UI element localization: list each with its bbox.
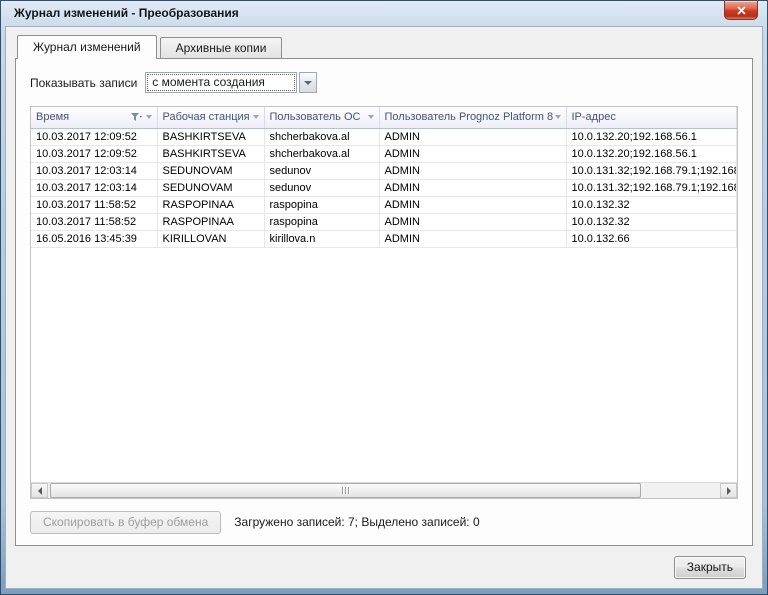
table-cell: raspopina: [264, 196, 379, 213]
arrow-left-icon: [38, 487, 42, 495]
table-cell: RASPOPINAA: [157, 196, 264, 213]
table-cell: SEDUNOVAM: [157, 179, 264, 196]
records-range-combobox[interactable]: с момента создания: [145, 72, 297, 93]
table-body: 10.03.2017 12:09:52BASHKIRTSEVAshcherbak…: [31, 128, 737, 247]
column-header-os-user[interactable]: Пользователь ОС: [264, 107, 379, 128]
table-cell: sedunov: [264, 162, 379, 179]
scrollbar-grip-icon: [345, 487, 346, 494]
scroll-right-button[interactable]: [720, 483, 737, 498]
table-row[interactable]: 10.03.2017 12:03:14SEDUNOVAMsedunovADMIN…: [31, 179, 737, 196]
table-cell: KIRILLOVAN: [157, 230, 264, 247]
filter-row: Показывать записи с момента создания: [30, 72, 738, 93]
grid-actions-row: Скопировать в буфер обмена Загружено зап…: [30, 509, 738, 535]
table-cell: 10.03.2017 12:03:14: [31, 179, 157, 196]
table-row[interactable]: 10.03.2017 11:58:52RASPOPINAAraspopinaAD…: [31, 196, 737, 213]
table-cell: 10.03.2017 12:09:52: [31, 145, 157, 162]
close-window-button[interactable]: [724, 1, 758, 20]
table-row[interactable]: 16.05.2016 13:45:39KIRILLOVANkirillova.n…: [31, 230, 737, 247]
column-dropdown-icon[interactable]: [253, 115, 259, 119]
table-cell: raspopina: [264, 213, 379, 230]
dialog-body: Журнал изменений Архивные копии Показыва…: [5, 26, 763, 589]
tab-strip: Журнал изменений Архивные копии: [15, 35, 753, 58]
table-row[interactable]: 10.03.2017 11:58:52RASPOPINAAraspopinaAD…: [31, 213, 737, 230]
title-bar[interactable]: Журнал изменений - Преобразования: [5, 1, 763, 26]
table-cell: 10.03.2017 11:58:52: [31, 196, 157, 213]
show-records-label: Показывать записи: [30, 76, 137, 90]
scrollbar-thumb[interactable]: [50, 483, 641, 498]
column-header-ip-address[interactable]: IP-адрес: [566, 107, 737, 128]
tab-archive-copies[interactable]: Архивные копии: [160, 37, 283, 58]
table-cell: 10.0.132.32: [566, 213, 737, 230]
table-cell: ADMIN: [379, 162, 566, 179]
column-header-time[interactable]: Время: [31, 107, 157, 128]
table-cell: sedunov: [264, 179, 379, 196]
table-cell: 16.05.2016 13:45:39: [31, 230, 157, 247]
scroll-left-button[interactable]: [31, 483, 48, 498]
column-dropdown-icon[interactable]: [368, 115, 374, 119]
table-cell: ADMIN: [379, 196, 566, 213]
horizontal-scrollbar[interactable]: [31, 482, 737, 498]
close-button[interactable]: Закрыть: [674, 556, 746, 579]
table-cell: 10.03.2017 12:03:14: [31, 162, 157, 179]
column-dropdown-icon[interactable]: [146, 115, 152, 119]
copy-to-clipboard-button[interactable]: Скопировать в буфер обмена: [30, 511, 221, 534]
table-cell: ADMIN: [379, 128, 566, 145]
table-cell: 10.0.131.32;192.168.79.1;192.168.: [566, 179, 737, 196]
dialog-window: Журнал изменений - Преобразования Журнал…: [0, 0, 768, 595]
scrollbar-grip-icon: [342, 487, 343, 494]
records-status-text: Загружено записей: 7; Выделено записей: …: [234, 515, 479, 529]
table-cell: 10.0.132.20;192.168.56.1: [566, 128, 737, 145]
table-cell: shcherbakova.al: [264, 145, 379, 162]
table-cell: ADMIN: [379, 145, 566, 162]
table-cell: kirillova.n: [264, 230, 379, 247]
table-cell: 10.03.2017 12:09:52: [31, 128, 157, 145]
close-icon: [737, 6, 746, 15]
tab-panel-change-log: Показывать записи с момента создания: [15, 58, 753, 546]
column-header-workstation[interactable]: Рабочая станция: [157, 107, 264, 128]
column-header-platform-user[interactable]: Пользователь Prognoz Platform 8: [379, 107, 566, 128]
column-dropdown-icon[interactable]: [555, 115, 561, 119]
table-header-row: Время: [31, 107, 737, 128]
arrow-right-icon: [727, 487, 731, 495]
table-cell: ADMIN: [379, 179, 566, 196]
scrollbar-grip-icon: [348, 487, 349, 494]
records-range-dropdown-button[interactable]: [299, 72, 317, 93]
scrollbar-track[interactable]: [48, 483, 720, 498]
table-row[interactable]: 10.03.2017 12:09:52BASHKIRTSEVAshcherbak…: [31, 128, 737, 145]
filter-funnel-icon[interactable]: [131, 113, 142, 122]
window-title: Журнал изменений - Преобразования: [14, 6, 239, 20]
dialog-footer: Закрыть: [15, 546, 753, 588]
table-cell: 10.03.2017 11:58:52: [31, 213, 157, 230]
table-cell: BASHKIRTSEVA: [157, 128, 264, 145]
table-cell: ADMIN: [379, 230, 566, 247]
table-cell: 10.0.132.20;192.168.56.1: [566, 145, 737, 162]
change-log-table: Время: [31, 107, 737, 248]
table-row[interactable]: 10.03.2017 12:09:52BASHKIRTSEVAshcherbak…: [31, 145, 737, 162]
table-row[interactable]: 10.03.2017 12:03:14SEDUNOVAMsedunovADMIN…: [31, 162, 737, 179]
table-cell: RASPOPINAA: [157, 213, 264, 230]
table-cell: 10.0.132.66: [566, 230, 737, 247]
table-cell: 10.0.131.32;192.168.79.1;192.168.: [566, 162, 737, 179]
table-cell: BASHKIRTSEVA: [157, 145, 264, 162]
change-log-grid: Время: [30, 106, 738, 499]
table-cell: 10.0.132.32: [566, 196, 737, 213]
table-cell: ADMIN: [379, 213, 566, 230]
tab-change-log[interactable]: Журнал изменений: [17, 35, 157, 59]
table-cell: shcherbakova.al: [264, 128, 379, 145]
chevron-down-icon: [304, 81, 312, 85]
table-cell: SEDUNOVAM: [157, 162, 264, 179]
